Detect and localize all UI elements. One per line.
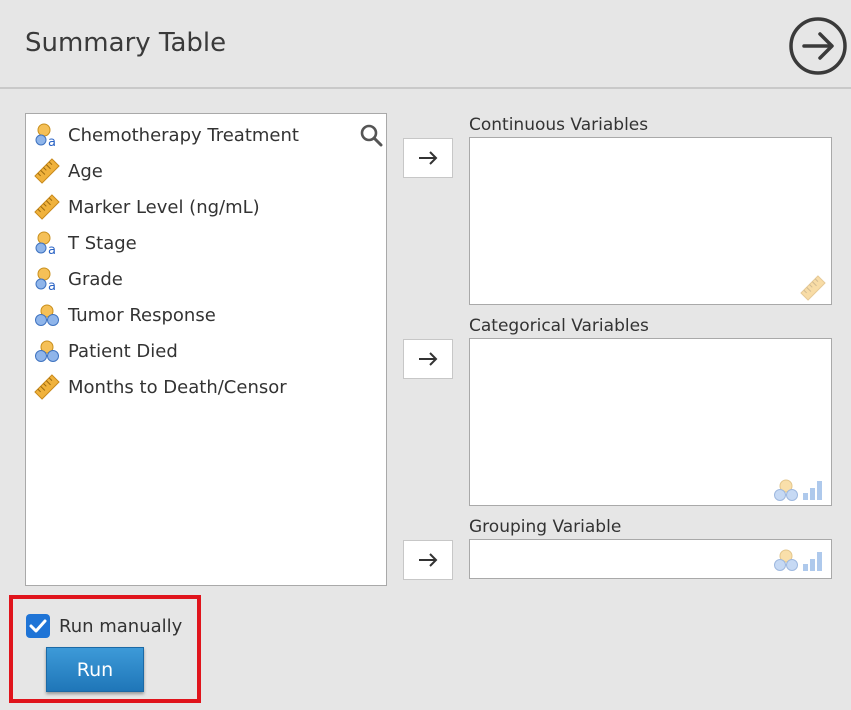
search-icon[interactable] [359,123,383,147]
variable-label: Age [68,160,103,182]
arrow-right-icon [419,151,438,165]
variable-label: Tumor Response [68,304,216,326]
variable-item-grade[interactable]: a Grade [34,266,123,292]
variable-label: T Stage [68,232,137,254]
run-manually-checkbox[interactable] [26,614,50,638]
svg-text:a: a [48,135,56,148]
arrow-right-circle-icon [789,17,847,75]
ruler-icon [34,194,60,220]
continuous-variables-box[interactable] [469,137,832,305]
categorical-variables-box[interactable] [469,338,832,506]
checkmark-icon [29,619,47,633]
nominal-icon [774,479,798,501]
variable-list[interactable]: a Chemotherapy Treatment Age Marker Leve… [25,113,387,586]
run-manually-label: Run manually [59,616,183,637]
nominal-text-icon: a [34,266,60,292]
nav-next-button[interactable] [788,16,848,76]
page-title: Summary Table [25,28,227,58]
nominal-icon [34,302,60,328]
grouping-label: Grouping Variable [469,517,622,537]
grouping-variable-box[interactable] [469,539,832,579]
nominal-text-icon: a [34,230,60,256]
variable-label: Grade [68,268,123,290]
variable-item-tumor-response[interactable]: Tumor Response [34,302,216,328]
ruler-icon [34,158,60,184]
variable-item-months-to-death[interactable]: Months to Death/Censor [34,374,287,400]
move-to-grouping-button[interactable] [403,540,453,580]
bar-levels-icon [803,552,822,571]
arrow-right-icon [419,553,438,567]
variable-item-chemotherapy[interactable]: a Chemotherapy Treatment [34,122,299,148]
variable-label: Patient Died [68,340,178,362]
variable-item-age[interactable]: Age [34,158,103,184]
svg-text:a: a [48,243,56,256]
nominal-icon [34,338,60,364]
arrow-right-icon [419,352,438,366]
header-divider [0,87,851,89]
nominal-text-icon: a [34,122,60,148]
move-to-categorical-button[interactable] [403,339,453,379]
nominal-icon [774,549,798,571]
categorical-label: Categorical Variables [469,316,649,336]
variable-label: Marker Level (ng/mL) [68,196,260,218]
run-button[interactable]: Run [46,647,144,692]
variable-item-marker-level[interactable]: Marker Level (ng/mL) [34,194,260,220]
bar-levels-icon [803,481,822,500]
variable-label: Months to Death/Censor [68,376,287,398]
variable-item-t-stage[interactable]: a T Stage [34,230,137,256]
ruler-icon [34,374,60,400]
continuous-label: Continuous Variables [469,115,649,135]
ruler-icon [800,275,826,301]
variable-label: Chemotherapy Treatment [68,124,299,146]
svg-text:a: a [48,279,56,292]
move-to-continuous-button[interactable] [403,138,453,178]
variable-item-patient-died[interactable]: Patient Died [34,338,178,364]
